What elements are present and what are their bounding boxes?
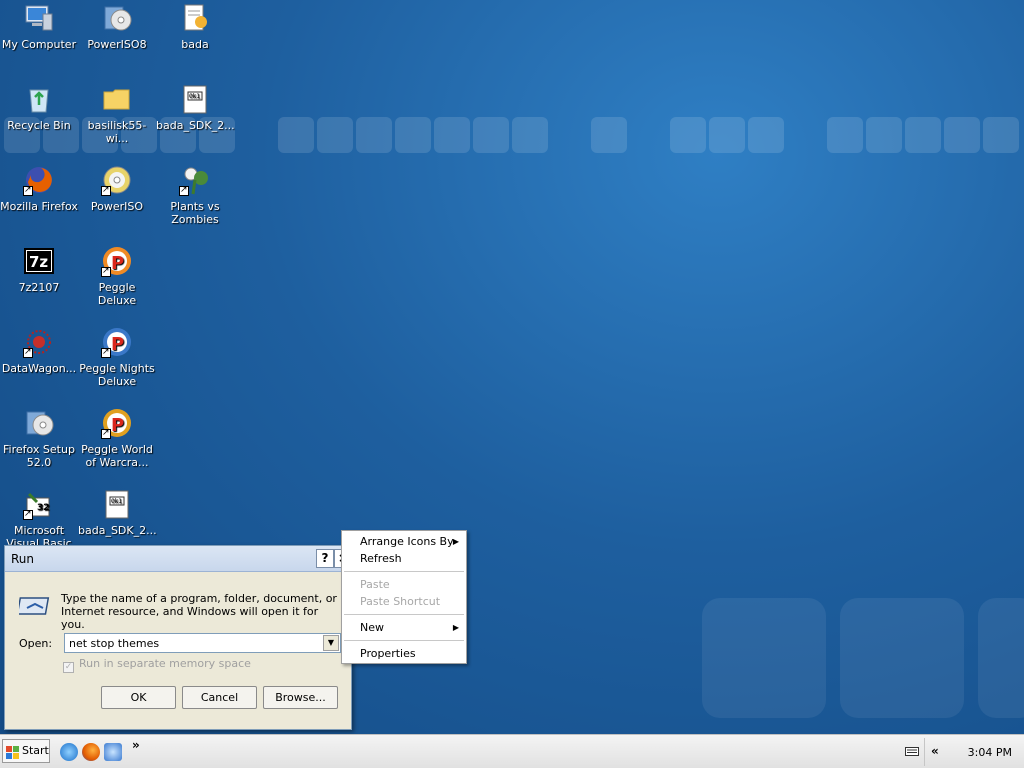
run-description: Type the name of a program, folder, docu… [61, 592, 337, 631]
desktop-icon-poweriso[interactable]: PowerISO [78, 164, 156, 213]
desktop-context-menu: Arrange Icons By ▶ Refresh Paste Paste S… [341, 530, 467, 664]
windows-logo-icon [6, 745, 19, 759]
ok-button[interactable]: OK [101, 686, 176, 709]
desktop-icon-mozilla-firefox[interactable]: Mozilla Firefox [0, 164, 78, 213]
svg-text:0k1: 0k1 [189, 93, 200, 100]
run-dialog-title: Run [11, 552, 35, 566]
desktop-icon-7z2107[interactable]: 7z 7z2107 [0, 245, 78, 294]
datawagon-icon [23, 326, 55, 359]
visual-basic-icon: 32 [23, 488, 55, 521]
firefox-icon [23, 164, 55, 197]
desktop-icon-bada-sdk-1[interactable]: 0k1 bada_SDK_2... [156, 83, 235, 132]
menu-item-arrange-icons-by[interactable]: Arrange Icons By ▶ [342, 533, 466, 550]
run-dialog: Run ? × Type the name of a program, fold… [4, 545, 352, 730]
desktop-icon-basilisk[interactable]: basilisk55-wi... [78, 83, 156, 145]
svg-text:32: 32 [37, 503, 50, 513]
checkbox-icon: ✓ [63, 662, 74, 673]
quicklaunch-more-button[interactable]: » [132, 738, 140, 752]
browse-button[interactable]: Browse... [263, 686, 338, 709]
chevron-down-icon[interactable]: ▼ [323, 635, 339, 651]
document-icon [179, 2, 211, 34]
open-combobox[interactable]: ▼ [64, 633, 341, 653]
start-button[interactable]: Start [2, 739, 50, 763]
menu-item-refresh[interactable]: Refresh [342, 550, 466, 567]
help-button[interactable]: ? [316, 549, 334, 568]
submenu-arrow-icon: ▶ [452, 537, 459, 546]
menu-separator [344, 640, 464, 641]
open-label: Open: [19, 637, 53, 650]
separate-memory-checkbox: ✓ Run in separate memory space [63, 657, 251, 673]
text-file-icon: 0k1 [101, 488, 133, 520]
submenu-arrow-icon: ▶ [452, 623, 459, 632]
computer-icon [23, 2, 55, 34]
desktop-icon-plants-vs-zombies[interactable]: Plants vs Zombies [156, 164, 234, 226]
desktop-icon-bada-sdk-2[interactable]: 0k1 bada_SDK_2... [78, 488, 157, 537]
poweriso-setup-icon [101, 2, 133, 34]
desktop-icon-datawagon[interactable]: DataWagon... [0, 326, 78, 375]
run-dialog-titlebar[interactable]: Run ? × [5, 546, 352, 572]
firefox-icon[interactable] [82, 743, 100, 761]
keyboard-icon[interactable] [905, 745, 919, 757]
plant-icon [179, 164, 211, 197]
7zip-icon: 7z [23, 245, 55, 277]
menu-item-paste-shortcut: Paste Shortcut [360, 595, 441, 608]
svg-text:0k1: 0k1 [111, 498, 122, 505]
menu-item-new[interactable]: New ▶ [342, 619, 466, 636]
menu-item-properties[interactable]: Properties [342, 645, 466, 662]
svg-text:P: P [111, 334, 124, 355]
tray-expand-button[interactable]: « [931, 744, 939, 758]
cancel-button[interactable]: Cancel [182, 686, 257, 709]
text-file-icon: 0k1 [179, 83, 211, 115]
internet-explorer-icon[interactable] [60, 743, 78, 761]
show-desktop-icon[interactable] [104, 743, 122, 761]
installer-icon [23, 407, 55, 439]
disc-icon [101, 164, 133, 197]
desktop-icon-peggle-world[interactable]: P Peggle World of Warcra... [78, 407, 156, 469]
desktop-icon-recycle-bin[interactable]: Recycle Bin [0, 83, 78, 132]
menu-separator [344, 571, 464, 572]
clock[interactable]: 3:04 PM [968, 746, 1012, 759]
system-tray: « 3:04 PM [905, 738, 1024, 766]
desktop-icon-peggle-nights[interactable]: P Peggle Nights Deluxe [78, 326, 156, 388]
folder-icon [101, 83, 133, 115]
taskbar: Start » « 3:04 PM [0, 734, 1024, 768]
desktop-icon-firefox-setup[interactable]: Firefox Setup 52.0 [0, 407, 78, 469]
open-input[interactable] [65, 634, 321, 652]
peggle-icon: P [101, 245, 133, 278]
svg-text:7z: 7z [29, 253, 48, 271]
peggle-world-icon: P [101, 407, 133, 440]
run-icon [16, 594, 51, 621]
peggle-nights-icon: P [101, 326, 133, 359]
desktop-icon-poweriso8[interactable]: PowerISO8 [78, 2, 156, 51]
recycle-bin-icon [23, 83, 55, 115]
menu-separator [344, 614, 464, 615]
desktop-icon-bada[interactable]: bada [156, 2, 234, 51]
desktop-icon-my-computer[interactable]: My Computer [0, 2, 78, 51]
svg-text:P: P [111, 415, 124, 436]
menu-item-paste: Paste [360, 578, 390, 591]
desktop-icon-peggle-deluxe[interactable]: P Peggle Deluxe [78, 245, 156, 307]
svg-text:P: P [111, 253, 124, 274]
